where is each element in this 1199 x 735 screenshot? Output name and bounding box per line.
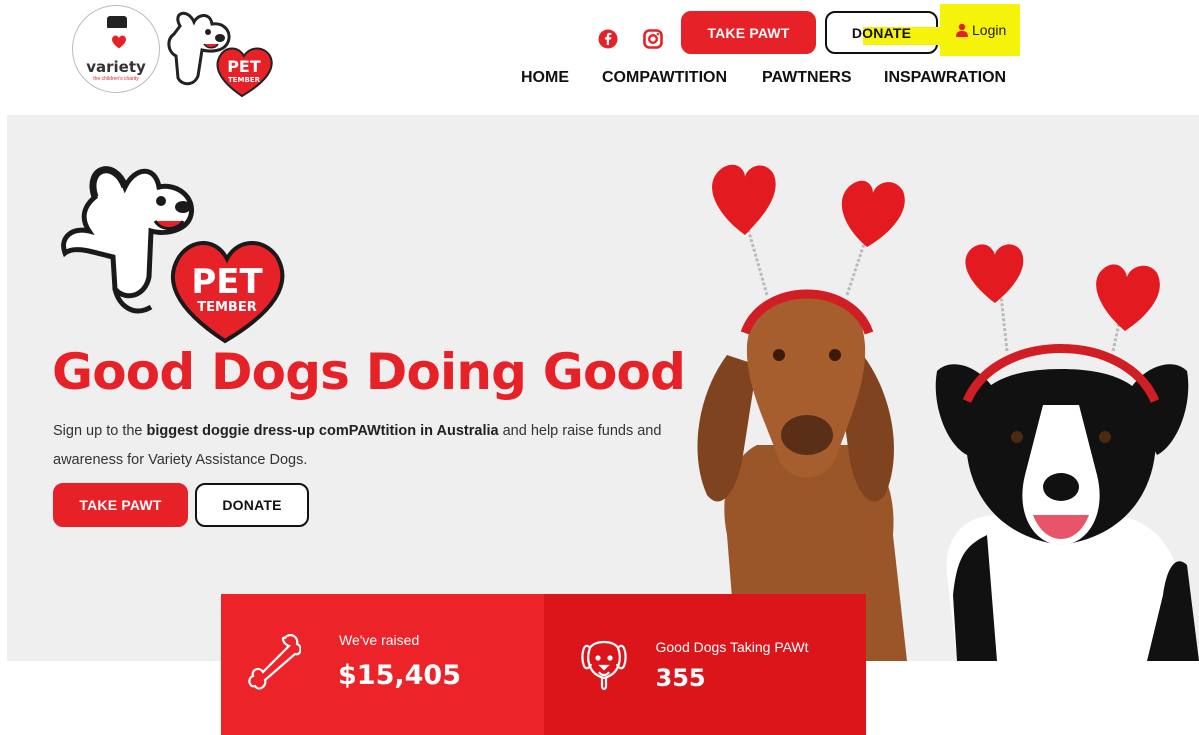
dogs-with-heart-headbands-image (697, 164, 1199, 661)
heart-icon (112, 35, 126, 49)
instagram-icon[interactable] (643, 29, 663, 49)
variety-logo[interactable]: variety the children's charity (72, 5, 160, 93)
login-link[interactable]: Login (940, 4, 1020, 56)
stat-funds-raised: We've raised $15,405 (221, 594, 544, 735)
hero-donate-button[interactable]: DONATE (195, 483, 309, 527)
intro-bold: biggest doggie dress-up comPAWtition in … (146, 423, 499, 439)
variety-wordmark: variety (86, 58, 146, 76)
tember-logo-text: TEMBER (228, 76, 261, 84)
pettember-hero-logo: PET TEMBER (61, 166, 285, 344)
intro-start: Sign up to the (53, 423, 147, 439)
nav-pawtners[interactable]: PAWTNERS (762, 69, 851, 91)
header-take-pawt-button[interactable]: TAKE PAWT (681, 11, 816, 54)
header-take-pawt-label: TAKE PAWT (707, 24, 790, 41)
header-donate-button[interactable]: DONATE (825, 11, 943, 54)
hero-pet-text: PET (191, 262, 263, 302)
stat-value: $15,405 (338, 660, 461, 691)
variety-tagline: the children's charity (93, 76, 139, 82)
facebook-icon[interactable] (598, 29, 618, 49)
login-label: Login (972, 22, 1007, 38)
nav-compawtition[interactable]: COMPAWTITION (602, 69, 727, 91)
stat-label: We've raised (339, 632, 420, 648)
bone-icon (248, 634, 301, 690)
hero-intro: Sign up to the biggest doggie dress-up c… (53, 417, 693, 475)
hero-headline: Good Dogs Doing Good (52, 343, 686, 401)
site-header: variety the children's charity PET TEMBE… (0, 0, 1199, 110)
top-hat-icon (107, 16, 127, 28)
stat-dogs-taking-part: Good Dogs Taking PAWt 355 (543, 594, 866, 735)
nav-inspawration[interactable]: INSPAWRATION (884, 69, 1006, 91)
nav-home[interactable]: HOME (521, 69, 569, 91)
header-donate-label: DONATE (851, 24, 912, 41)
hero-section: PET TEMBER Good Dogs Doing Good Sign up … (7, 115, 1199, 661)
stats-bar: We've raised $15,405 Good Dogs Taking PA… (221, 594, 866, 735)
pet-logo-text: PET (227, 57, 261, 76)
user-icon (956, 23, 968, 37)
hero-donate-label: DONATE (222, 497, 282, 513)
pettember-logo[interactable]: PET TEMBER (158, 6, 276, 98)
dog-face-icon (580, 640, 627, 691)
stat-value: 355 (655, 664, 706, 692)
hero-take-pawt-button[interactable]: TAKE PAWT (53, 483, 188, 527)
stat-label: Good Dogs Taking PAWt (655, 639, 809, 655)
hero-take-pawt-label: TAKE PAWT (79, 497, 162, 513)
hero-tember-text: TEMBER (197, 300, 256, 315)
